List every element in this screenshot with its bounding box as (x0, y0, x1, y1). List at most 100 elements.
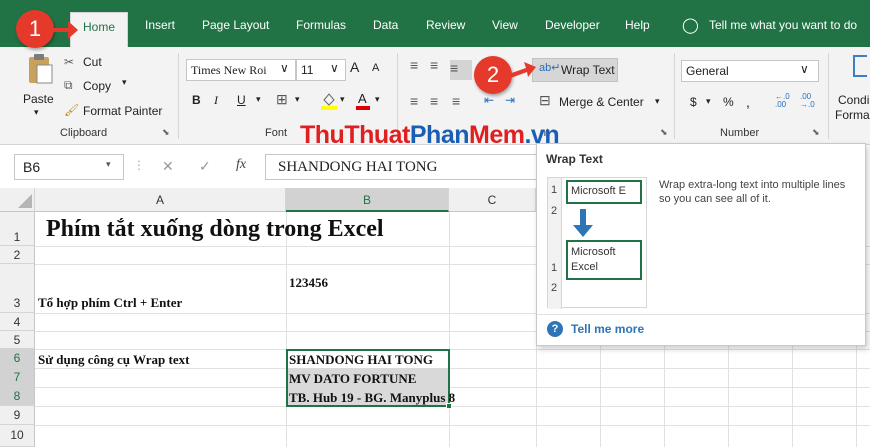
copy-button[interactable]: Copy (83, 79, 111, 93)
underline-button[interactable]: U (237, 93, 246, 107)
align-center-icon[interactable]: ≡ (430, 93, 438, 109)
font-group-label: Font (265, 127, 288, 139)
column-header-a[interactable]: A (35, 188, 286, 212)
italic-button[interactable]: I (214, 93, 218, 108)
merge-dropdown-icon[interactable]: ▾ (655, 96, 660, 107)
borders-icon[interactable]: ⊞ (276, 91, 288, 108)
percent-button[interactable]: % (723, 95, 734, 109)
insert-function-icon[interactable]: fx (236, 157, 246, 173)
decrease-indent-icon[interactable]: ⇤ (484, 93, 494, 107)
merge-center-button[interactable]: Merge & Center (559, 95, 644, 109)
formula-bar-divider: ⋮ (133, 158, 145, 172)
tab-formulas[interactable]: Formulas (296, 18, 346, 32)
bold-button[interactable]: B (192, 93, 201, 107)
cut-button[interactable]: Cut (83, 55, 102, 69)
shrink-font-button[interactable]: A (372, 62, 379, 74)
align-bottom-icon[interactable]: ≡ (450, 60, 472, 80)
row-header[interactable]: 1 (0, 212, 35, 246)
cell-b6[interactable]: SHANDONG HAI TONG (289, 352, 433, 368)
align-right-icon[interactable]: ≡ (452, 93, 460, 109)
column-header-b[interactable]: B (286, 188, 449, 212)
tab-insert[interactable]: Insert (145, 18, 175, 32)
number-format-dropdown-icon[interactable]: ∨ (800, 62, 809, 76)
row-header[interactable]: 5 (0, 331, 35, 349)
conditional-formatting-button[interactable]: Condi (838, 93, 869, 107)
wrap-text-tooltip: Wrap Text Wrap extra-long text into mult… (536, 143, 866, 346)
decrease-decimal-button[interactable]: .00 →.0 (800, 93, 822, 109)
help-icon[interactable]: ? (547, 321, 563, 337)
cell-a6[interactable]: Sử dụng công cụ Wrap text (38, 352, 189, 368)
name-box-dropdown-icon[interactable]: ▾ (106, 159, 111, 170)
font-size-dropdown-icon[interactable]: ∨ (330, 61, 339, 75)
tab-home[interactable]: Home (70, 12, 128, 47)
cell-b3[interactable]: 123456 (289, 275, 328, 291)
gridline (449, 212, 450, 447)
alignment-launcher-icon[interactable]: ⬊ (660, 127, 668, 138)
tooltip-description: Wrap extra-long text into multiple lines… (659, 179, 846, 205)
format-painter-icon[interactable]: 🖌 (64, 103, 79, 117)
tab-page-layout[interactable]: Page Layout (202, 18, 269, 32)
wrap-text-icon: ab↵ (539, 62, 561, 74)
tell-me-search[interactable]: Tell me what you want to do (709, 18, 857, 32)
tab-data[interactable]: Data (373, 18, 398, 32)
copy-dropdown-icon[interactable]: ▾ (122, 77, 127, 88)
row-header[interactable]: 10 (0, 425, 35, 447)
clipboard-launcher-icon[interactable]: ⬊ (162, 127, 170, 138)
row-header[interactable]: 8 (0, 387, 35, 406)
align-middle-icon[interactable]: ≡ (430, 57, 438, 73)
cancel-icon[interactable]: ✕ (162, 158, 174, 175)
copy-icon[interactable]: ⧉ (64, 78, 73, 93)
format-painter-button[interactable]: Format Painter (83, 104, 162, 118)
illustration-before-cell: Microsoft E (566, 180, 642, 204)
cell-b8[interactable]: TB. Hub 19 - BG. Manyplus 8 (289, 390, 455, 406)
number-launcher-icon[interactable]: ⬊ (812, 127, 820, 138)
paste-button[interactable]: Paste (23, 92, 54, 106)
column-header-c[interactable]: C (449, 188, 536, 212)
lightbulb-icon: ◯ (682, 17, 699, 34)
currency-dropdown-icon[interactable]: ▾ (706, 96, 711, 107)
font-color-dropdown-icon[interactable]: ▾ (375, 94, 380, 105)
comma-button[interactable]: , (746, 94, 750, 110)
merge-center-icon[interactable]: ⊟ (539, 92, 551, 109)
increase-decimal-button[interactable]: ←.0 .00 (775, 93, 795, 109)
select-all-corner[interactable] (0, 188, 35, 212)
format-as-table-button[interactable]: Forma (835, 108, 870, 122)
row-header[interactable]: 6 (0, 349, 35, 368)
ribbon-tab-bar: Home Insert Page Layout Formulas Data Re… (0, 0, 870, 47)
font-color-icon[interactable]: A (355, 90, 371, 110)
cut-icon[interactable]: ✂ (64, 55, 74, 69)
currency-button[interactable]: $ (690, 95, 697, 109)
increase-indent-icon[interactable]: ⇥ (505, 93, 515, 107)
illustration-row-number: 1 (551, 262, 558, 274)
tab-review[interactable]: Review (426, 18, 465, 32)
fill-color-icon[interactable] (320, 90, 338, 110)
tab-help[interactable]: Help (625, 18, 650, 32)
align-top-icon[interactable]: ≡ (410, 57, 418, 73)
cell-a1[interactable]: Phím tắt xuống dòng trong Excel (46, 216, 384, 243)
formula-input[interactable]: SHANDONG HAI TONG (265, 154, 545, 180)
paste-icon[interactable] (26, 53, 54, 84)
row-header[interactable]: 4 (0, 313, 35, 331)
row-header[interactable]: 2 (0, 246, 35, 264)
borders-dropdown-icon[interactable]: ▾ (295, 94, 300, 105)
conditional-formatting-icon[interactable] (853, 55, 867, 77)
underline-dropdown-icon[interactable]: ▾ (256, 94, 261, 105)
number-format-select[interactable]: General (681, 60, 819, 82)
row-header[interactable]: 7 (0, 368, 35, 387)
group-divider (828, 53, 829, 139)
grow-font-button[interactable]: A (350, 59, 359, 75)
row-header[interactable]: 3 (0, 264, 35, 313)
cell-a3[interactable]: Tổ hợp phím Ctrl + Enter (38, 295, 182, 311)
tab-view[interactable]: View (492, 18, 518, 32)
align-left-icon[interactable]: ≡ (410, 93, 418, 109)
tab-developer[interactable]: Developer (545, 18, 600, 32)
font-name-dropdown-icon[interactable]: ∨ (280, 61, 289, 75)
wrap-text-button[interactable]: ab↵ Wrap Text (532, 58, 618, 82)
tell-me-more-link[interactable]: Tell me more (571, 322, 644, 336)
enter-icon[interactable]: ✓ (199, 158, 211, 175)
gridline (35, 406, 870, 407)
fill-color-dropdown-icon[interactable]: ▾ (340, 94, 345, 105)
paste-dropdown-icon[interactable]: ▾ (34, 107, 39, 118)
cell-b7[interactable]: MV DATO FORTUNE (289, 371, 416, 387)
row-header[interactable]: 9 (0, 406, 35, 425)
